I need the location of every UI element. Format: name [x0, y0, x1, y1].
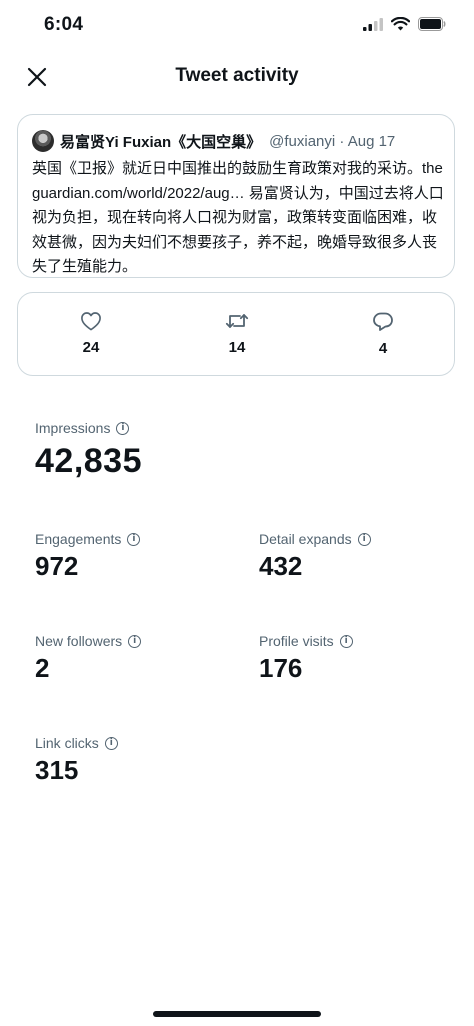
info-icon[interactable]: i	[128, 634, 142, 648]
status-icons	[363, 17, 446, 31]
meta-separator: ·	[339, 132, 345, 150]
detail-expands-value: 432	[259, 551, 303, 581]
heart-icon	[81, 312, 101, 331]
signal-icon	[363, 17, 383, 31]
retweet-count: 14	[228, 339, 246, 356]
page-title: Tweet activity	[175, 65, 299, 86]
info-icon[interactable]: i	[339, 634, 353, 648]
author-name[interactable]: 易富贤Yi Fuxian《大国空巢》	[60, 131, 261, 152]
home-indicator	[153, 1011, 321, 1017]
info-icon[interactable]: i	[104, 736, 118, 750]
header: Tweet activity	[0, 52, 474, 102]
info-icon[interactable]: i	[357, 532, 371, 546]
avatar[interactable]	[32, 130, 54, 152]
profile-visits-value: 176	[259, 653, 303, 683]
new-followers-stat: New followers i 2	[35, 633, 142, 684]
new-followers-label: New followers	[35, 633, 123, 649]
profile-visits-label: Profile visits	[259, 633, 334, 649]
like-metric[interactable]: 24	[61, 311, 121, 356]
impressions-value: 42,835	[35, 442, 142, 480]
wifi-icon	[391, 17, 410, 31]
reply-count: 4	[378, 340, 388, 357]
link-clicks-stat: Link clicks i 315	[35, 735, 118, 786]
status-time: 6:04	[44, 14, 84, 35]
engagements-value: 972	[35, 551, 79, 581]
retweet-icon	[225, 314, 249, 328]
author-handle[interactable]: @fuxianyi	[269, 133, 335, 150]
tweet-header: 易富贤Yi Fuxian《大国空巢》 @fuxianyi · Aug 17	[32, 127, 444, 155]
new-followers-value: 2	[35, 653, 50, 683]
profile-visits-stat: Profile visits i 176	[259, 633, 353, 684]
engagements-stat: Engagements i 972	[35, 531, 141, 582]
tweet-card[interactable]: 易富贤Yi Fuxian《大国空巢》 @fuxianyi · Aug 17 英国…	[17, 114, 455, 278]
battery-icon	[418, 17, 446, 31]
link-clicks-label: Link clicks	[35, 735, 99, 751]
info-icon[interactable]: i	[116, 421, 130, 435]
status-bar: 6:04	[0, 0, 474, 50]
impressions-label: Impressions	[35, 420, 111, 436]
reply-icon	[373, 312, 393, 331]
reply-metric[interactable]: 4	[353, 311, 413, 357]
engagements-label: Engagements	[35, 531, 122, 547]
link-clicks-value: 315	[35, 755, 79, 785]
tweet-text: 英国《卫报》就近日中国推出的鼓励生育政策对我的采访。theguardian.co…	[32, 160, 444, 275]
info-icon[interactable]: i	[127, 532, 141, 546]
retweet-metric[interactable]: 14	[207, 311, 267, 356]
author-meta: @fuxianyi · Aug 17	[269, 133, 395, 150]
like-count: 24	[82, 339, 100, 356]
impressions-stat: Impressions i 42,835	[35, 420, 142, 481]
tweet-date: Aug 17	[347, 132, 396, 150]
engagement-metrics: 24 14 4	[17, 292, 455, 376]
detail-expands-label: Detail expands	[259, 531, 352, 547]
detail-expands-stat: Detail expands i 432	[259, 531, 371, 582]
